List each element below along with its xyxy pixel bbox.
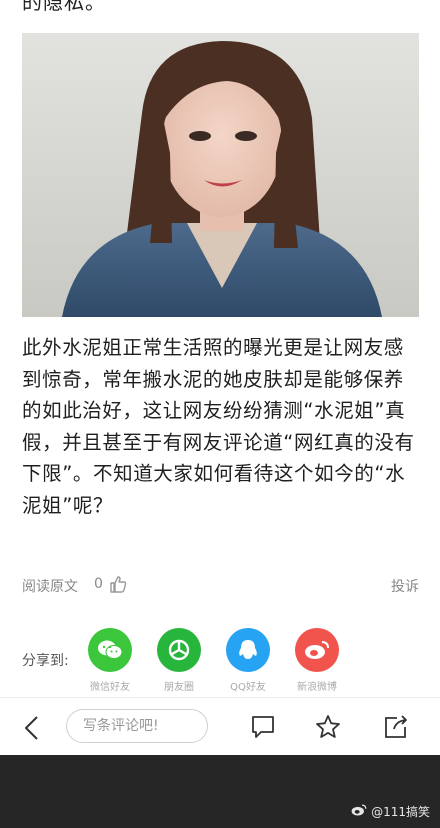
share-wechat-button[interactable]: 微信好友: [80, 628, 140, 693]
share-weibo-button[interactable]: 新浪微博: [287, 628, 347, 693]
share-icon[interactable]: [382, 713, 410, 741]
read-original-link[interactable]: 阅读原文: [22, 576, 78, 596]
star-icon[interactable]: [314, 713, 342, 741]
share-qq-button[interactable]: QQ好友: [218, 628, 278, 693]
share-section: 分享到: 微信好友 朋友圈 QQ好友 新浪微博: [22, 628, 422, 698]
article-meta: 阅读原文 0 投诉: [22, 572, 419, 600]
share-moments-button[interactable]: 朋友圈: [149, 628, 209, 693]
share-item-label: 新浪微博: [297, 682, 337, 693]
bottom-toolbar: 写条评论吧!: [0, 697, 440, 756]
share-item-label: 微信好友: [90, 682, 130, 693]
photo-illustration: [22, 33, 419, 317]
report-link[interactable]: 投诉: [391, 576, 419, 596]
article-photo: [22, 33, 419, 317]
back-arrow-icon[interactable]: [20, 714, 44, 742]
article-paragraph: 此外水泥姐正常生活照的曝光更是让网友感到惊奇，常年搬水泥的她皮肤却是能够保养的如…: [22, 336, 415, 517]
moments-icon: [157, 628, 201, 672]
comment-input[interactable]: 写条评论吧!: [66, 709, 208, 743]
bottom-dark-area: @111搞笑: [0, 755, 440, 828]
watermark-text: @111搞笑: [371, 805, 430, 819]
thumbs-up-icon[interactable]: [108, 574, 128, 594]
wechat-icon: [88, 628, 132, 672]
share-item-label: 朋友圈: [164, 682, 194, 693]
weibo-icon: [295, 628, 339, 672]
top-text: 的隐私。: [22, 0, 106, 14]
share-item-label: QQ好友: [230, 682, 266, 693]
comment-icon[interactable]: [249, 713, 277, 741]
watermark: @111搞笑: [351, 803, 430, 820]
weibo-logo-icon: [351, 803, 367, 820]
qq-icon: [226, 628, 270, 672]
share-label: 分享到:: [22, 653, 69, 669]
like-count: 0: [94, 576, 103, 592]
